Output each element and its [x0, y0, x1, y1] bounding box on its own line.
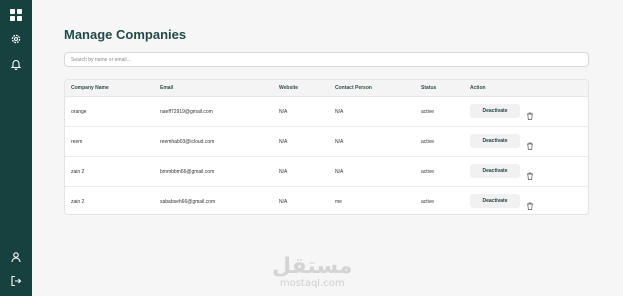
email-cell: naeff72919@gmail.com — [160, 109, 213, 115]
contact-person-cell: N/A — [335, 109, 344, 115]
column-header-company-name: Company Name — [71, 85, 109, 91]
status-cell: active — [421, 199, 435, 205]
contact-person-cell: N/A — [335, 139, 344, 145]
main-content: Manage Companies Company Name Email Webs… — [32, 0, 623, 296]
watermark: مستقل mostaql.com — [272, 254, 353, 290]
email-cell: sababseh66@gmail.com — [160, 199, 216, 205]
sidebar — [0, 0, 32, 296]
website-cell: N/A — [279, 199, 288, 205]
status-cell: active — [421, 169, 435, 175]
email-cell: reemhab03@icloud.com — [160, 139, 215, 145]
user-icon[interactable] — [9, 250, 23, 264]
dashboard-icon[interactable] — [9, 8, 23, 22]
status-cell: active — [421, 139, 435, 145]
status-cell: active — [421, 109, 435, 115]
table-row: reem reemhab03@icloud.com N/A N/A active… — [65, 127, 588, 157]
trash-icon[interactable] — [526, 137, 534, 150]
companies-table: Company Name Email Website Contact Perso… — [64, 79, 589, 215]
column-header-website: Website — [279, 85, 299, 91]
page-title: Manage Companies — [64, 27, 187, 42]
table-row: zain 2 bmmbbm66@gmail.com N/A N/A active… — [65, 157, 588, 187]
company-name-cell: orange — [71, 109, 87, 115]
table-row: orange naeff72919@gmail.com N/A N/A acti… — [65, 97, 588, 127]
table-header: Company Name Email Website Contact Perso… — [65, 80, 588, 97]
watermark-url: mostaql.com — [279, 278, 345, 289]
contact-person-cell: N/A — [335, 169, 344, 175]
deactivate-button[interactable]: Deactivate — [470, 194, 520, 208]
trash-icon[interactable] — [526, 107, 534, 120]
column-header-action: Action — [470, 85, 486, 91]
company-name-cell: reem — [71, 139, 83, 145]
bell-icon[interactable] — [9, 57, 23, 71]
watermark-logo-text: مستقل — [272, 254, 353, 279]
gear-icon[interactable] — [9, 32, 23, 46]
deactivate-button[interactable]: Deactivate — [470, 104, 520, 118]
column-header-email: Email — [160, 85, 174, 91]
website-cell: N/A — [279, 109, 288, 115]
logout-icon[interactable] — [9, 274, 23, 288]
trash-icon[interactable] — [526, 167, 534, 180]
email-cell: bmmbbm66@gmail.com — [160, 169, 215, 175]
contact-person-cell: me — [335, 199, 342, 205]
search-input[interactable] — [64, 52, 589, 67]
company-name-cell: zain 2 — [71, 169, 85, 175]
website-cell: N/A — [279, 169, 288, 175]
trash-icon[interactable] — [526, 197, 534, 210]
column-header-status: Status — [421, 85, 437, 91]
deactivate-button[interactable]: Deactivate — [470, 164, 520, 178]
website-cell: N/A — [279, 139, 288, 145]
table-row: zain 2 sababseh66@gmail.com N/A me activ… — [65, 187, 588, 214]
column-header-contact-person: Contact Person — [335, 85, 372, 91]
company-name-cell: zain 2 — [71, 199, 85, 205]
deactivate-button[interactable]: Deactivate — [470, 134, 520, 148]
